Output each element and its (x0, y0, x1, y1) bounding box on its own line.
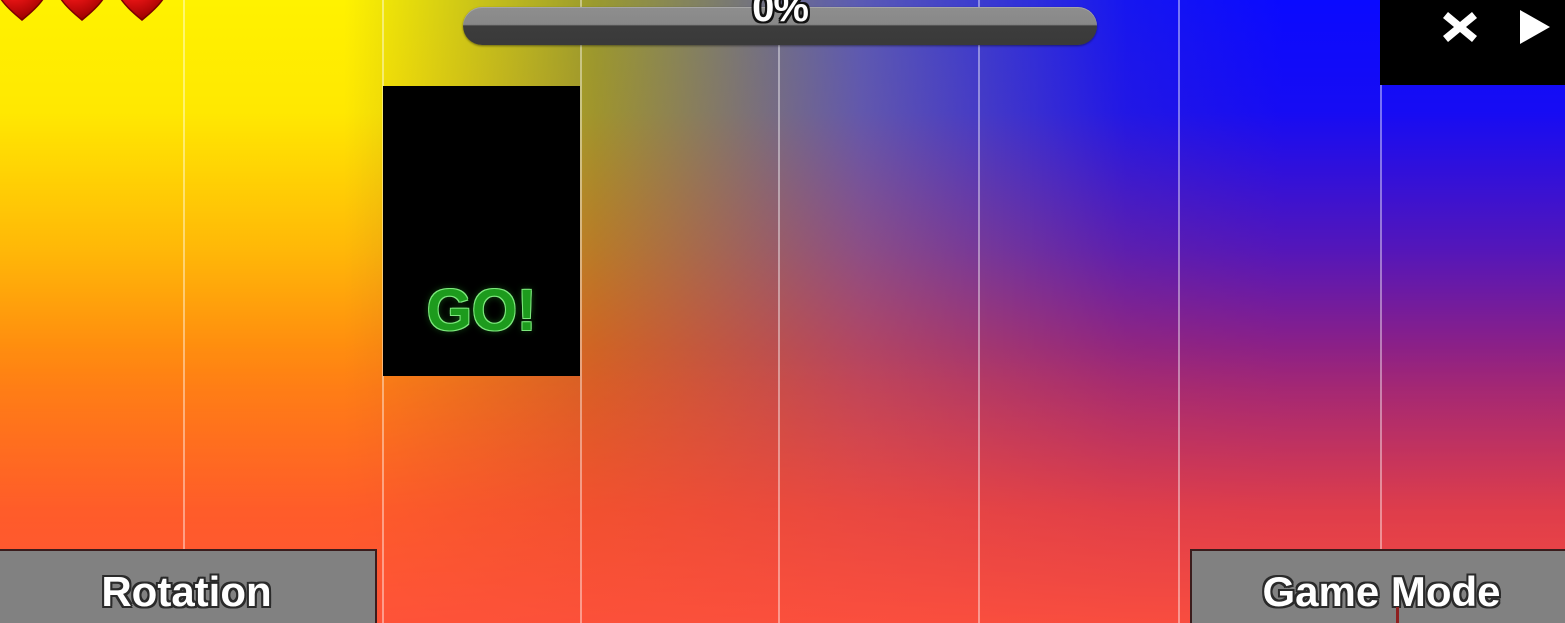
heart-icon (54, 0, 110, 22)
close-x-icon (1439, 6, 1481, 48)
game-screen: 0% GO! Rotation Game Mode (0, 0, 1565, 623)
play-triangle-icon (1514, 6, 1554, 48)
play-button[interactable] (1511, 4, 1557, 50)
grid-separator-line (1178, 0, 1180, 623)
lives-indicator (0, 0, 170, 22)
decorative-tick-mark (1396, 607, 1399, 623)
background-shading-overlay (0, 0, 1565, 623)
grid-separator-line (183, 0, 185, 623)
heart-icon (0, 0, 50, 22)
top-right-control-panel (1380, 0, 1565, 85)
game-mode-button[interactable]: Game Mode (1190, 549, 1565, 623)
rotation-button-label: Rotation (101, 568, 272, 615)
heart-icon (114, 0, 170, 22)
go-card[interactable]: GO! (383, 86, 580, 376)
close-button[interactable] (1437, 4, 1483, 50)
grid-separator-line (580, 0, 582, 623)
grid-separator-line (1380, 0, 1382, 623)
grid-separator-line (978, 0, 980, 623)
go-label: GO! (426, 278, 537, 343)
progress-percent-label: 0% (752, 0, 809, 30)
grid-separator-line (778, 0, 780, 623)
rotation-button[interactable]: Rotation (0, 549, 377, 623)
game-mode-button-label: Game Mode (1262, 568, 1501, 615)
